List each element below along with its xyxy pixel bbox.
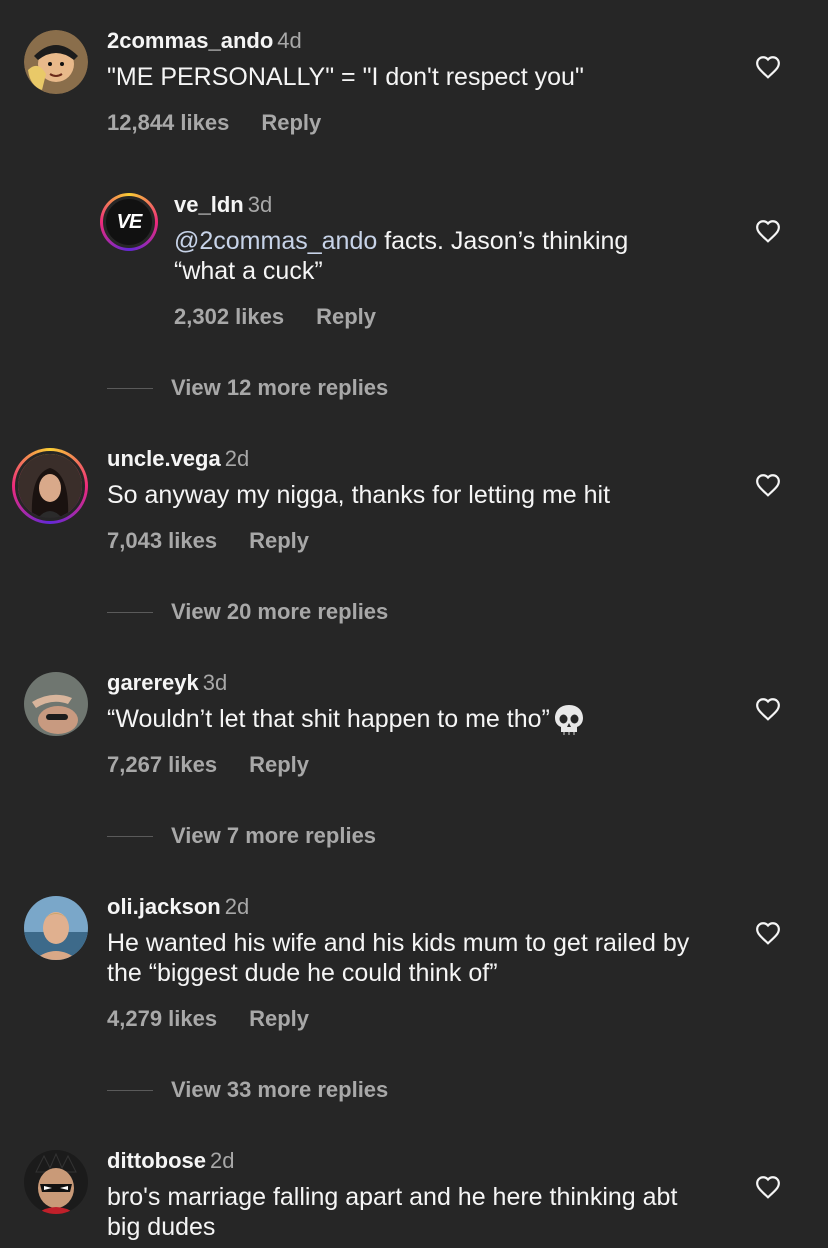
comment-text: So anyway my nigga, thanks for letting m… bbox=[107, 481, 611, 509]
comment-text: “Wouldn’t let that shit happen to me tho… bbox=[107, 704, 727, 736]
view-more-label[interactable]: View 20 more replies bbox=[171, 598, 388, 626]
view-more-replies[interactable]: View 12 more replies bbox=[107, 374, 607, 402]
avatar-ve-ldn[interactable]: VE bbox=[100, 193, 158, 251]
avatar-2commas-ando[interactable] bbox=[24, 30, 88, 94]
view-more-replies[interactable]: View 20 more replies bbox=[107, 598, 607, 626]
avatar-oli-jackson[interactable] bbox=[24, 896, 88, 960]
username[interactable]: ve_ldn bbox=[174, 192, 244, 217]
reply-button[interactable]: Reply bbox=[316, 303, 376, 331]
timestamp: 3d bbox=[202, 670, 228, 695]
divider-line bbox=[107, 388, 153, 389]
mention-link[interactable]: @2commas_ando bbox=[174, 227, 377, 255]
username[interactable]: garereyk bbox=[107, 670, 199, 695]
likes-count[interactable]: 4,279 likes bbox=[107, 1005, 217, 1033]
timestamp: 2d bbox=[224, 446, 250, 471]
username[interactable]: oli.jackson bbox=[107, 894, 221, 919]
heart-icon[interactable] bbox=[755, 921, 781, 945]
avatar-dittobose[interactable] bbox=[24, 1150, 88, 1214]
comment-text: He wanted his wife and his kids mum to g… bbox=[107, 929, 690, 987]
likes-count[interactable]: 2,302 likes bbox=[174, 303, 284, 331]
timestamp: 2d bbox=[224, 894, 250, 919]
view-more-replies[interactable]: View 33 more replies bbox=[107, 1076, 607, 1104]
likes-count[interactable]: 12,844 likes bbox=[107, 109, 229, 137]
timestamp: 3d bbox=[247, 192, 273, 217]
likes-count[interactable]: 7,043 likes bbox=[107, 527, 217, 555]
divider-line bbox=[107, 1090, 153, 1091]
avatar-garereyk[interactable] bbox=[24, 672, 88, 736]
skull-emoji-icon bbox=[554, 705, 583, 736]
heart-icon[interactable] bbox=[755, 697, 781, 721]
comment-text: bro's marriage falling apart and he here… bbox=[107, 1183, 678, 1241]
comment-body: “Wouldn’t let that shit happen to me tho… bbox=[107, 705, 550, 733]
view-more-label[interactable]: View 7 more replies bbox=[171, 822, 376, 850]
reply-button[interactable]: Reply bbox=[249, 1005, 309, 1033]
username[interactable]: dittobose bbox=[107, 1148, 206, 1173]
reply-button[interactable]: Reply bbox=[249, 751, 309, 779]
heart-icon[interactable] bbox=[755, 55, 781, 79]
username[interactable]: uncle.vega bbox=[107, 446, 221, 471]
avatar-uncle-vega[interactable] bbox=[12, 448, 88, 524]
likes-count[interactable]: 7,267 likes bbox=[107, 751, 217, 779]
timestamp: 2d bbox=[210, 1148, 235, 1173]
view-more-label[interactable]: View 12 more replies bbox=[171, 374, 388, 402]
reply-button[interactable]: Reply bbox=[261, 109, 321, 137]
comment-text: "ME PERSONALLY" = "I don't respect you" bbox=[107, 63, 584, 91]
reply-button[interactable]: Reply bbox=[249, 527, 309, 555]
comment-text: @2commas_ando facts. Jason’s thinking “w… bbox=[174, 226, 694, 286]
username[interactable]: 2commas_ando bbox=[107, 28, 273, 53]
heart-icon[interactable] bbox=[755, 1175, 781, 1199]
heart-icon[interactable] bbox=[755, 219, 781, 243]
avatar-logo-text: VE bbox=[116, 210, 143, 233]
timestamp: 4d bbox=[277, 28, 302, 53]
view-more-label[interactable]: View 33 more replies bbox=[171, 1076, 388, 1104]
heart-icon[interactable] bbox=[755, 473, 781, 497]
view-more-replies[interactable]: View 7 more replies bbox=[107, 822, 607, 850]
divider-line bbox=[107, 836, 153, 837]
divider-line bbox=[107, 612, 153, 613]
